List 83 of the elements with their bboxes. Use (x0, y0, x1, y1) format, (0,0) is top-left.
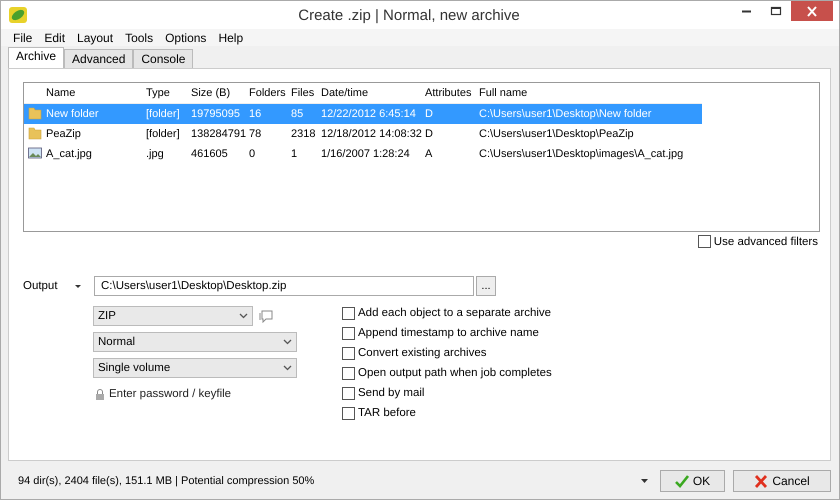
table-cell-text: 78 (248, 128, 262, 140)
caret-icon[interactable] (640, 478, 649, 484)
menu-item[interactable]: File (7, 30, 38, 44)
checkbox[interactable] (342, 326, 355, 340)
password-link[interactable]: Enter password / keyfile (109, 388, 232, 400)
table-cell-text: [folder] (145, 108, 181, 120)
column-header[interactable]: Files (290, 87, 320, 99)
menu-item[interactable]: Options (159, 30, 212, 44)
table-cell-text: A_cat.jpg (45, 148, 93, 160)
checkbox[interactable] (342, 366, 355, 380)
checkbox-label[interactable]: TAR before (358, 407, 416, 419)
checkbox-label[interactable]: Add each object to a separate archive (358, 307, 552, 319)
file-row[interactable]: A_cat.jpg .jpg 461605 0 1 1/16/2007 1:28:24 A C:\Users\user1\Desktop\images\A_cat.jpg (24, 144, 702, 164)
checkbox-label[interactable]: Send by mail (358, 387, 424, 399)
table-cell-text: 19795095 (190, 108, 241, 120)
image-icon (28, 146, 42, 160)
menu-item[interactable]: Help (212, 30, 250, 44)
table-cell-text: PeaZip (45, 128, 82, 140)
dropdown[interactable]: ZIP (93, 306, 253, 326)
checkbox[interactable] (342, 306, 355, 320)
column-header[interactable]: Size (B) (190, 87, 248, 99)
table-cell-text: C:\Users\user1\Desktop\New folder (478, 108, 652, 120)
chevron-icon (283, 339, 292, 345)
lock-icon (95, 388, 105, 400)
folder-icon (28, 106, 42, 120)
dropdown[interactable]: Single volume (93, 358, 297, 378)
column-header[interactable]: Name (45, 87, 145, 99)
menu-item[interactable]: Layout (71, 30, 120, 44)
checkbox-label[interactable]: Use advanced filters (714, 236, 818, 248)
table-cell-text: 12/18/2012 14:08:32 (320, 128, 423, 140)
table-cell-text: 0 (248, 148, 256, 160)
table-cell-text: 16 (248, 108, 262, 120)
column-header[interactable]: Type (145, 87, 190, 99)
table-cell-text: .jpg (145, 148, 165, 160)
checkbox-label[interactable]: Open output path when job completes (358, 367, 552, 379)
table-cell-text: New folder (45, 108, 100, 120)
table-cell-text: [folder] (145, 128, 181, 140)
menu-item[interactable]: Tools (119, 30, 160, 44)
ok-button[interactable]: OK (660, 470, 725, 492)
status-text: 94 dir(s), 2404 file(s), 151.1 MB | Potential compression 50% (18, 475, 316, 487)
menu-item[interactable]: Edit (38, 30, 72, 44)
column-header[interactable]: Folders (248, 87, 290, 99)
tab[interactable]: Archive (8, 47, 64, 68)
dropdown[interactable]: Normal (93, 332, 297, 352)
table-cell-text: C:\Users\user1\Desktop\images\A_cat.jpg (478, 148, 684, 160)
table-cell-text: C:\Users\user1\Desktop\PeaZip (478, 128, 635, 140)
output-label: Output (23, 280, 59, 292)
checkbox[interactable] (342, 346, 355, 360)
table-cell-text: A (424, 148, 434, 160)
file-row[interactable]: PeaZip [folder] 138284791 78 2318 12/18/2012 14:08:32 D C:\Users\user1\Desktop\PeaZip (24, 124, 702, 144)
column-header[interactable]: Attributes (424, 87, 478, 99)
maximize-icon (769, 4, 783, 18)
table-cell-text: 2318 (290, 128, 316, 140)
table-cell-text: D (424, 108, 434, 120)
cross-icon (754, 474, 768, 488)
browse-button[interactable]: ... (476, 276, 496, 296)
table-cell-text: 461605 (190, 148, 229, 160)
table-cell-text: 12/22/2012 6:45:14 (320, 108, 417, 120)
table-cell-text: 1 (290, 148, 298, 160)
table-cell-text: 138284791 (190, 128, 248, 140)
minimize-icon (742, 10, 750, 12)
table-cell-text: D (424, 128, 434, 140)
table-cell-text: 85 (290, 108, 304, 120)
leaf-icon (9, 7, 27, 23)
column-header[interactable]: Full name (478, 87, 702, 99)
path-field[interactable]: C:\Users\user1\Desktop\Desktop.zip (94, 276, 474, 296)
table-cell-text: 1/16/2007 1:28:24 (320, 148, 411, 160)
speech-bubble-icon (259, 310, 274, 322)
checkbox[interactable] (342, 406, 355, 420)
close-button[interactable] (791, 1, 833, 21)
checkmark-icon (674, 474, 689, 488)
tab[interactable]: Advanced (64, 49, 134, 68)
checkbox[interactable] (342, 386, 355, 400)
close-icon (805, 4, 819, 18)
window-title: Create .zip | Normal, new archive (297, 6, 521, 24)
chevron-icon (283, 365, 292, 371)
chevron-icon (239, 313, 248, 319)
checkbox-label[interactable]: Convert existing archives (358, 347, 486, 359)
checkbox-label[interactable]: Append timestamp to archive name (358, 327, 539, 339)
column-header[interactable]: Date/time (320, 87, 424, 99)
cancel-button[interactable]: Cancel (733, 470, 831, 492)
tab[interactable]: Console (133, 49, 194, 68)
checkbox[interactable] (698, 235, 711, 248)
